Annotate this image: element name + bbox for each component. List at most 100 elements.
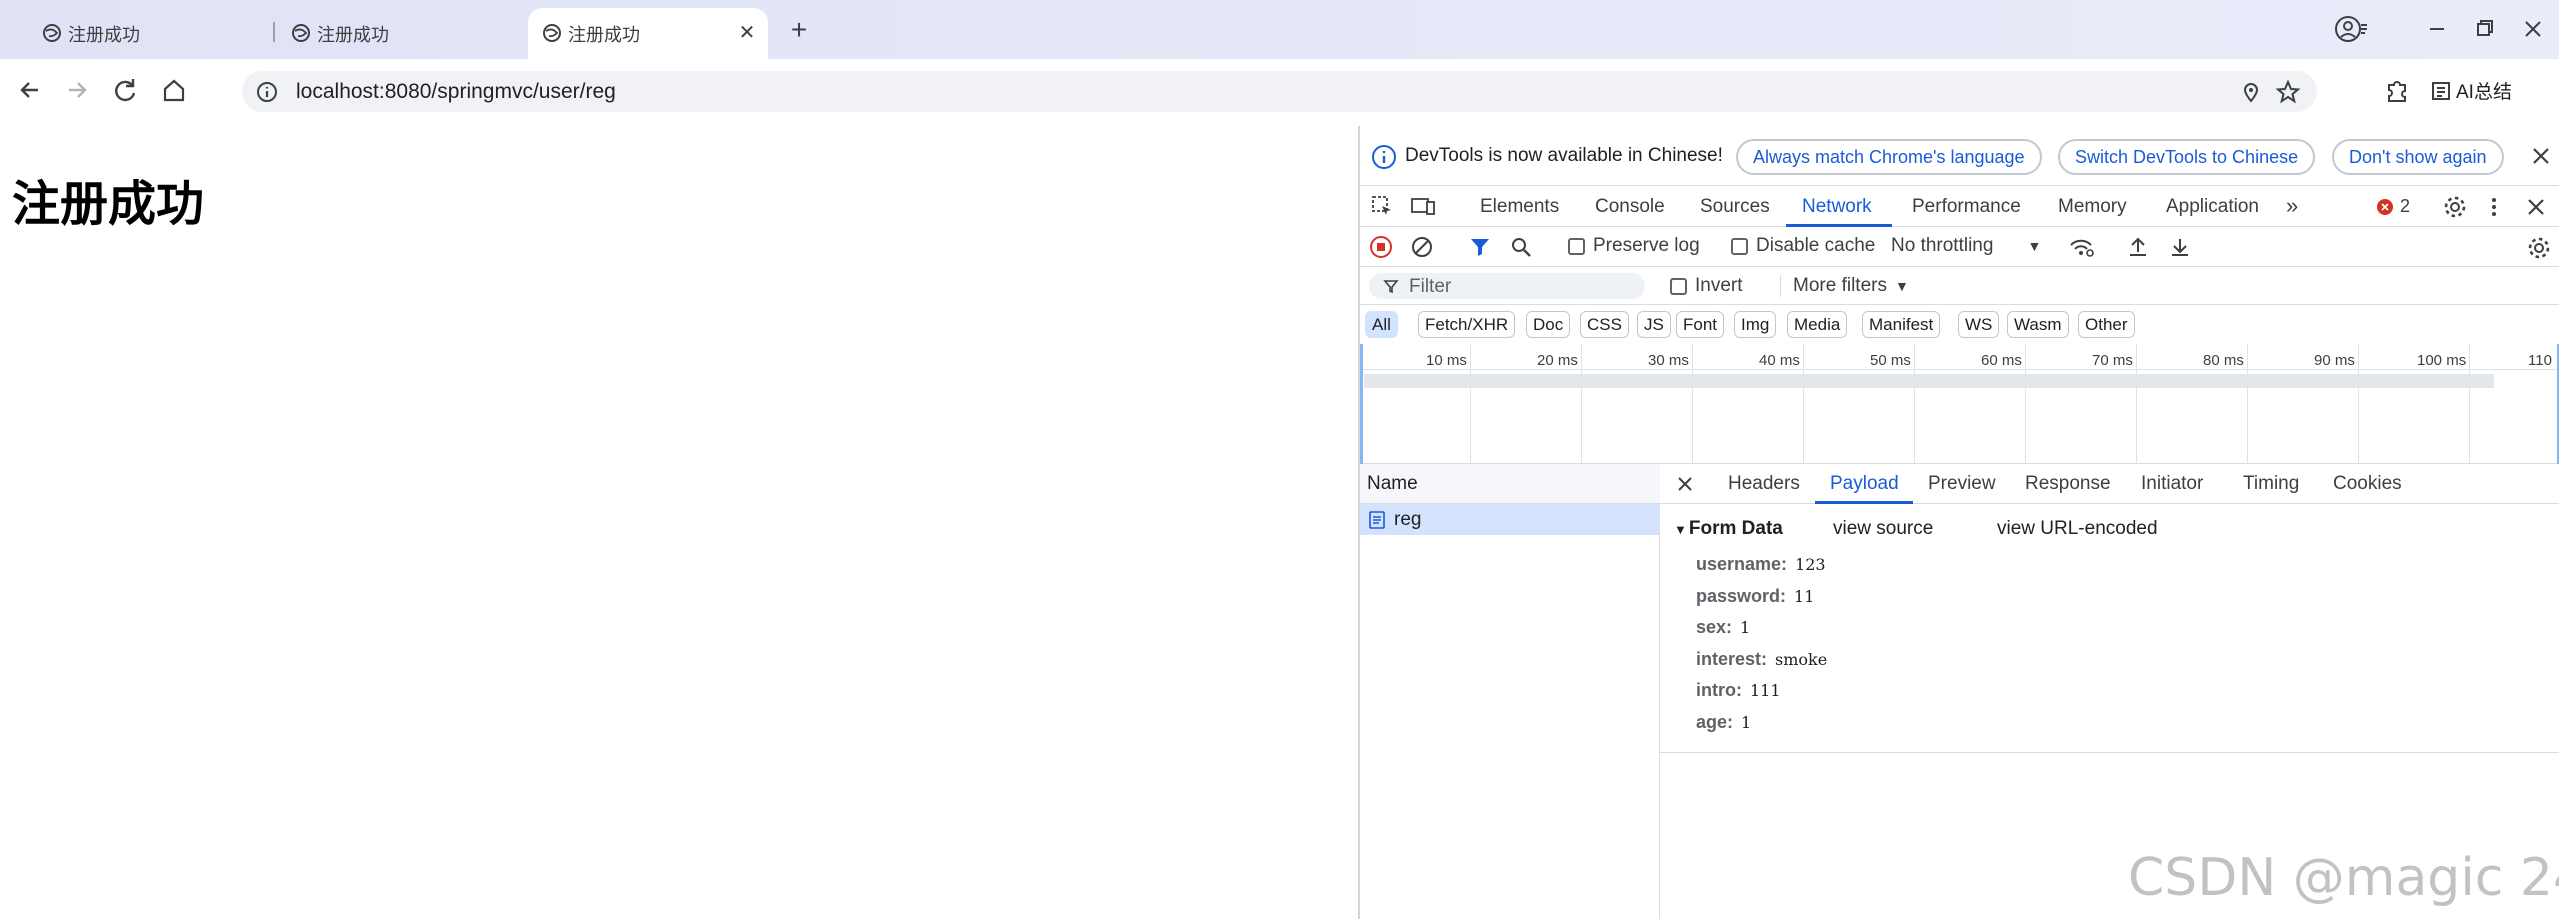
type-chip-wasm[interactable]: Wasm: [2007, 311, 2069, 338]
info-icon: [1372, 145, 1396, 169]
tab-console[interactable]: Console: [1595, 196, 1665, 218]
detail-tab-headers[interactable]: Headers: [1728, 473, 1800, 495]
tick-label: 110: [2528, 352, 2552, 369]
type-chip-all[interactable]: All: [1365, 311, 1398, 338]
export-download-icon[interactable]: [2168, 235, 2192, 259]
back-arrow-icon[interactable]: [13, 73, 47, 107]
close-tab-icon[interactable]: ✕: [736, 22, 758, 44]
tab-network[interactable]: Network: [1802, 196, 1872, 218]
browser-toolbar: localhost:8080/springmvc/user/reg AI总结: [0, 59, 2559, 126]
throttling-select[interactable]: No throttling ▼: [1891, 235, 2041, 257]
detail-tab-response[interactable]: Response: [2025, 473, 2111, 495]
location-pin-icon[interactable]: [2238, 79, 2264, 105]
more-filters-dropdown[interactable]: More filters ▼: [1780, 275, 1909, 297]
restore-icon[interactable]: [2468, 12, 2502, 46]
extensions-puzzle-icon[interactable]: [2380, 73, 2414, 107]
browser-tab-strip: 注册成功 注册成功 注册成功 ✕ +: [0, 0, 2559, 59]
type-chip-doc[interactable]: Doc: [1526, 311, 1571, 338]
tab-elements[interactable]: Elements: [1480, 196, 1559, 218]
request-name: reg: [1394, 509, 1422, 530]
browser-tab-3-active[interactable]: 注册成功 ✕: [528, 8, 768, 59]
type-chip-css[interactable]: CSS: [1580, 311, 1629, 338]
type-chip-ws[interactable]: WS: [1958, 311, 2000, 338]
close-infobar-icon[interactable]: [2530, 145, 2552, 167]
filter-funnel-icon[interactable]: [1468, 235, 1492, 259]
more-tabs-chevron-icon[interactable]: »: [2286, 193, 2298, 219]
detail-tab-initiator[interactable]: Initiator: [2141, 473, 2203, 495]
field-key: password:: [1696, 586, 1787, 606]
clear-icon[interactable]: [1410, 235, 1434, 259]
form-data-title: Form Data: [1688, 518, 1783, 539]
type-chip-font[interactable]: Font: [1676, 311, 1725, 338]
address-bar[interactable]: localhost:8080/springmvc/user/reg: [242, 71, 2317, 112]
settings-gear-icon[interactable]: [2442, 194, 2468, 220]
tab-memory[interactable]: Memory: [2058, 196, 2127, 218]
invert-checkbox[interactable]: Invert: [1670, 275, 1743, 297]
type-chip-manifest[interactable]: Manifest: [1862, 311, 1941, 338]
switch-to-chinese-button[interactable]: Switch DevTools to Chinese: [2058, 139, 2316, 175]
disable-cache-checkbox[interactable]: Disable cache: [1731, 235, 1875, 257]
checkbox-box[interactable]: [1568, 237, 1585, 255]
import-upload-icon[interactable]: [2126, 235, 2150, 259]
browser-tab-1[interactable]: 注册成功: [28, 8, 268, 59]
search-icon[interactable]: [1509, 235, 1533, 259]
type-chip-other[interactable]: Other: [2078, 311, 2135, 338]
network-timeline-overview[interactable]: 10 ms 20 ms 30 ms 40 ms 50 ms 60 ms 70 m…: [1360, 344, 2559, 464]
timeline-left-handle[interactable]: [1360, 344, 1363, 464]
site-info-icon[interactable]: [254, 79, 280, 105]
type-chip-js[interactable]: JS: [1637, 311, 1671, 338]
view-url-encoded-link[interactable]: view URL-encoded: [1997, 518, 2158, 540]
checkbox-box[interactable]: [1670, 277, 1687, 295]
record-stop-icon[interactable]: [1369, 235, 1393, 259]
tab-performance[interactable]: Performance: [1912, 196, 2021, 218]
request-row[interactable]: reg: [1360, 504, 1660, 535]
tab-application[interactable]: Application: [2166, 196, 2259, 218]
caret-down-icon: ▼: [1894, 278, 1909, 294]
minimize-icon[interactable]: [2420, 12, 2454, 46]
dont-show-again-button[interactable]: Don't show again: [2332, 139, 2504, 175]
detail-tab-timing[interactable]: Timing: [2243, 473, 2299, 495]
network-settings-gear-icon[interactable]: [2526, 235, 2552, 261]
tick-label: 10 ms: [1426, 352, 1467, 369]
error-counter[interactable]: 2: [2376, 196, 2410, 217]
new-tab-button[interactable]: +: [784, 16, 814, 46]
browser-tab-2[interactable]: 注册成功: [277, 8, 517, 59]
bookmark-star-icon[interactable]: [2275, 79, 2301, 105]
globe-icon: [292, 24, 310, 42]
profile-icon[interactable]: [2333, 12, 2367, 46]
detail-tab-cookies[interactable]: Cookies: [2333, 473, 2402, 495]
triangle-down-icon: ▼: [1674, 522, 1687, 537]
name-column-header[interactable]: Name: [1360, 464, 1660, 504]
detail-tab-preview[interactable]: Preview: [1928, 473, 1996, 495]
infobar-message: DevTools is now available in Chinese!: [1405, 145, 1723, 166]
ai-summary-button[interactable]: AI总结: [2430, 77, 2512, 104]
network-conditions-icon[interactable]: [2068, 235, 2096, 259]
checkbox-box[interactable]: [1731, 237, 1748, 255]
forward-arrow-icon[interactable]: [60, 73, 94, 107]
url-text[interactable]: localhost:8080/springmvc/user/reg: [296, 80, 616, 104]
device-toolbar-icon[interactable]: [1410, 194, 1436, 218]
filter-input[interactable]: Filter: [1369, 273, 1645, 299]
tab-sources[interactable]: Sources: [1700, 196, 1770, 218]
type-chip-img[interactable]: Img: [1734, 311, 1777, 338]
type-chip-media[interactable]: Media: [1787, 311, 1848, 338]
form-data-section-toggle[interactable]: ▼ Form Data: [1674, 518, 1783, 540]
tab-title: 注册成功: [68, 24, 140, 45]
close-detail-icon[interactable]: [1676, 475, 1694, 493]
reload-icon[interactable]: [108, 73, 142, 107]
always-match-language-button[interactable]: Always match Chrome's language: [1736, 139, 2042, 175]
active-detail-tab-indicator: [1815, 501, 1913, 504]
field-key: age:: [1696, 712, 1734, 732]
type-chip-fetch-xhr[interactable]: Fetch/XHR: [1418, 311, 1516, 338]
field-value: 1: [1740, 618, 1751, 637]
close-devtools-icon[interactable]: [2524, 195, 2548, 219]
kebab-menu-icon[interactable]: [2486, 194, 2502, 220]
home-icon[interactable]: [157, 73, 191, 107]
inspect-element-icon[interactable]: [1370, 194, 1394, 218]
preserve-log-checkbox[interactable]: Preserve log: [1568, 235, 1700, 257]
invert-label: Invert: [1695, 275, 1743, 296]
view-source-link[interactable]: view source: [1833, 518, 1933, 540]
detail-tab-payload[interactable]: Payload: [1830, 473, 1899, 495]
tick-label: 90 ms: [2314, 352, 2355, 369]
close-window-icon[interactable]: [2516, 12, 2550, 46]
